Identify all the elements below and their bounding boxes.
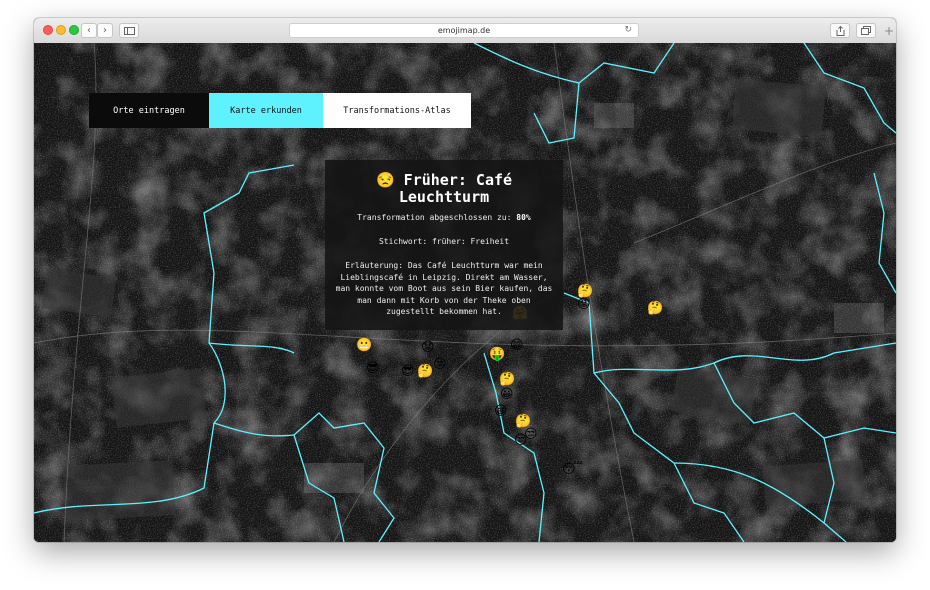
popup-transformation: Transformation abgeschlossen zu: 80% bbox=[335, 212, 553, 223]
nav-karte-erkunden[interactable]: Karte erkunden bbox=[209, 93, 323, 128]
minimize-window-button[interactable] bbox=[56, 25, 66, 35]
forward-button[interactable]: › bbox=[97, 23, 113, 38]
satellite-map[interactable]: Orte eintragen Karte erkunden Transforma… bbox=[34, 43, 896, 542]
transformation-value: 80% bbox=[516, 213, 531, 222]
url-text: emojimap.de bbox=[437, 26, 491, 35]
tabs-button[interactable] bbox=[856, 23, 876, 38]
close-window-button[interactable] bbox=[43, 25, 53, 35]
share-icon bbox=[836, 25, 844, 36]
map-marker[interactable]: 😒 bbox=[514, 434, 528, 447]
map-marker[interactable]: 😟 bbox=[421, 341, 435, 354]
back-button[interactable]: ‹ bbox=[81, 23, 97, 38]
reload-icon[interactable]: ↻ bbox=[624, 25, 632, 35]
map-marker[interactable]: 🤔 bbox=[647, 302, 663, 315]
nav-transformations-atlas[interactable]: Transformations-Atlas bbox=[323, 93, 471, 128]
transformation-label: Transformation abgeschlossen zu: bbox=[357, 213, 512, 222]
tabs-icon bbox=[861, 26, 871, 35]
browser-window: ‹ › emojimap.de ↻ + Orte eintragen Karte… bbox=[34, 18, 896, 542]
place-info-popup: 😒 Früher: Café Leuchtturm Transformation… bbox=[325, 160, 563, 330]
plus-icon[interactable]: + bbox=[882, 24, 896, 38]
zoom-window-button[interactable] bbox=[69, 25, 79, 35]
share-button[interactable] bbox=[830, 23, 850, 38]
map-marker[interactable]: 😡 bbox=[577, 298, 591, 311]
popup-keyword: Stichwort: früher: Freiheit bbox=[378, 237, 510, 246]
nav-orte-eintragen[interactable]: Orte eintragen bbox=[89, 93, 209, 128]
map-marker[interactable]: 😎 bbox=[401, 365, 415, 378]
popup-title: 😒 Früher: Café Leuchtturm bbox=[335, 172, 553, 206]
chevron-right-icon: › bbox=[103, 24, 107, 36]
popup-title-text: Früher: Café Leuchtturm bbox=[398, 171, 513, 206]
map-marker[interactable]: 😁 bbox=[510, 339, 524, 352]
popup-description: Erläuterung: Das Café Leuchtturm war mei… bbox=[335, 261, 553, 316]
map-marker[interactable]: 🤔 bbox=[499, 373, 515, 386]
chevron-left-icon: ‹ bbox=[87, 24, 91, 36]
map-marker[interactable]: 😬 bbox=[356, 339, 372, 352]
map-marker[interactable]: 🤔 bbox=[417, 365, 433, 378]
main-navigation: Orte eintragen Karte erkunden Transforma… bbox=[89, 93, 471, 128]
map-marker[interactable]: 😒 bbox=[433, 358, 447, 371]
map-marker[interactable]: 🤑 bbox=[489, 348, 505, 361]
map-marker[interactable]: 😎 bbox=[366, 362, 380, 375]
map-marker[interactable]: 😀 bbox=[500, 388, 514, 401]
sidebar-icon bbox=[123, 26, 135, 35]
popup-emoji: 😒 bbox=[375, 171, 395, 189]
address-bar[interactable]: emojimap.de ↻ bbox=[289, 23, 639, 38]
sidebar-button[interactable] bbox=[119, 23, 139, 38]
map-marker[interactable]: 😀 bbox=[494, 405, 508, 418]
map-marker[interactable]: 😴 bbox=[562, 463, 583, 476]
browser-toolbar: ‹ › emojimap.de ↻ + bbox=[34, 18, 896, 44]
